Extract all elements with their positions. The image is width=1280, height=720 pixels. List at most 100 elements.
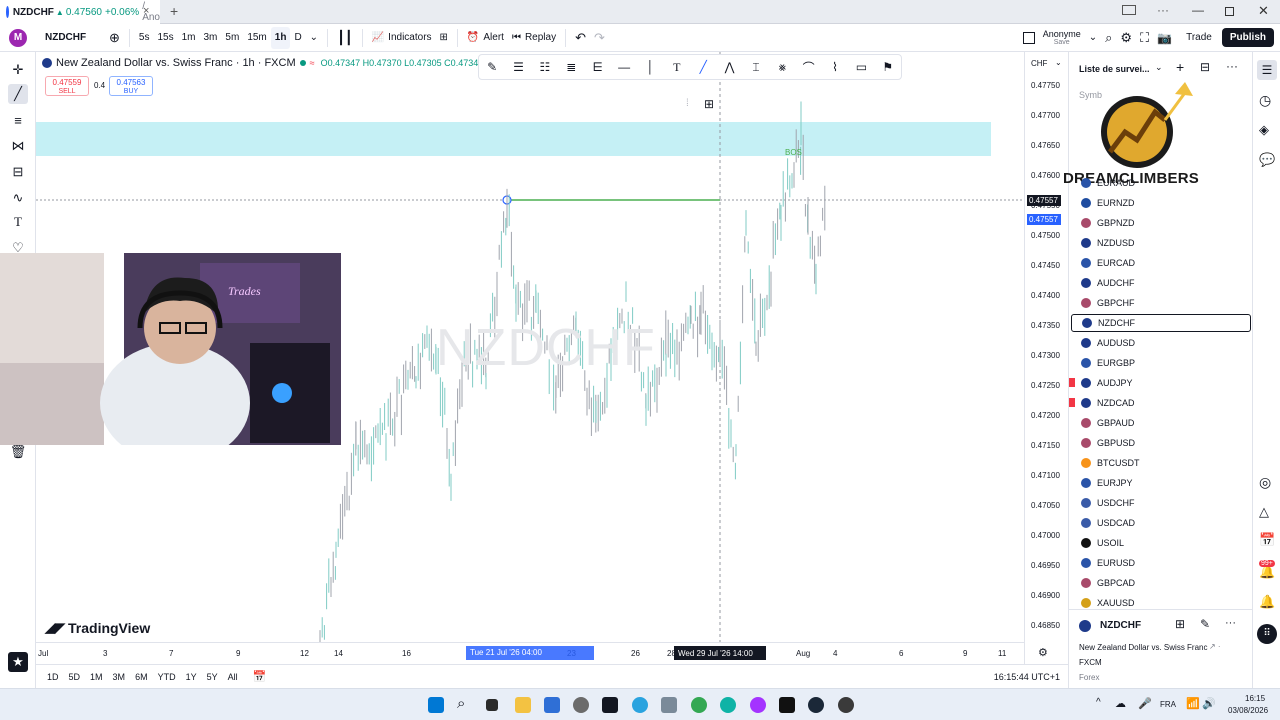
watchlist-row-gbpcad[interactable]: GBPCAD bbox=[1071, 574, 1251, 592]
vertical-line-icon[interactable]: │ bbox=[640, 60, 660, 74]
brush-icon[interactable]: ∿ bbox=[8, 188, 28, 208]
fib-icon[interactable]: ≡ bbox=[8, 110, 28, 130]
range-YTD[interactable]: YTD bbox=[158, 672, 176, 682]
watchlist-layout-icon[interactable]: ⊟ bbox=[1200, 60, 1210, 74]
watchlist-row-eurjpy[interactable]: EURJPY bbox=[1071, 474, 1251, 492]
trash-icon[interactable]: 🗑 bbox=[8, 442, 28, 462]
supply-zone-rect[interactable] bbox=[36, 122, 991, 156]
text-icon[interactable]: T bbox=[8, 212, 28, 232]
zigzag-icon[interactable]: ⋀ bbox=[720, 60, 740, 74]
new-tab-icon[interactable]: + bbox=[170, 3, 178, 19]
volume-icon[interactable]: 🔊 bbox=[1202, 697, 1216, 710]
watchlist-row-usoil[interactable]: USOIL bbox=[1071, 534, 1251, 552]
bell-icon[interactable]: 🔔 bbox=[1259, 594, 1275, 610]
window-menu-icon[interactable] bbox=[1122, 5, 1136, 15]
watchlist-row-gbpchf[interactable]: GBPCHF bbox=[1071, 294, 1251, 312]
time-settings-icon[interactable]: ⚙ bbox=[1038, 646, 1048, 659]
browser-tab[interactable]: NZDCHF ▲ 0.47560 +0.06% / Ano bbox=[0, 0, 160, 24]
publish-button[interactable]: Publish bbox=[1221, 28, 1274, 47]
pitchfork-icon[interactable]: ≣ bbox=[561, 60, 581, 74]
detail-symbol[interactable]: NZDCHF bbox=[1100, 620, 1141, 631]
more-icon[interactable]: ··· bbox=[1157, 3, 1169, 17]
detail-more-icon[interactable]: ··· bbox=[1225, 617, 1236, 629]
timeframe-15m[interactable]: 15m bbox=[243, 27, 270, 49]
watchlist-more-icon[interactable]: ··· bbox=[1226, 59, 1238, 73]
replay-button[interactable]: ⏮ Replay bbox=[508, 27, 560, 49]
trend-line-tool-icon[interactable]: ╱ bbox=[693, 60, 713, 74]
watchlist-row-usdchf[interactable]: USDCHF bbox=[1071, 494, 1251, 512]
watchlist-row-gbpnzd[interactable]: GBPNZD bbox=[1071, 214, 1251, 232]
timeframe-1m[interactable]: 1m bbox=[178, 27, 200, 49]
range-1M[interactable]: 1M bbox=[90, 672, 103, 682]
parallel-channel-icon[interactable]: ☷ bbox=[535, 60, 555, 74]
external-link-icon[interactable]: ↗ · bbox=[1209, 642, 1221, 651]
layout-checkbox-icon[interactable] bbox=[1019, 27, 1039, 49]
recording-app-icon[interactable] bbox=[838, 697, 854, 713]
messenger-icon[interactable] bbox=[750, 697, 766, 713]
flag-icon[interactable]: ⚑ bbox=[878, 60, 898, 74]
alerts-clock-icon[interactable]: ◷ bbox=[1259, 92, 1271, 109]
user-avatar[interactable]: M bbox=[9, 28, 27, 47]
timeframe-3m[interactable]: 3m bbox=[200, 27, 222, 49]
watchlist-row-nzdcad[interactable]: NZDCAD bbox=[1069, 394, 1251, 412]
calendar-icon[interactable]: 📅 bbox=[1259, 532, 1275, 548]
watchlist-row-nzdchf[interactable]: NZDCHF bbox=[1071, 314, 1251, 332]
price-axis[interactable]: CHF ⌄ 0.47750 0.47700 0.47650 0.47600 0.4755… bbox=[1024, 52, 1068, 664]
watchlist-row-eurusd[interactable]: EURUSD bbox=[1071, 554, 1251, 572]
fullscreen-icon[interactable]: ⛶ bbox=[1136, 27, 1153, 49]
curve-icon[interactable]: ⌒ bbox=[799, 59, 819, 76]
add-symbol-icon[interactable]: + bbox=[1176, 59, 1184, 75]
edge-icon[interactable] bbox=[720, 697, 736, 713]
cross-lines-icon[interactable]: ⨳ bbox=[772, 60, 792, 75]
capcut-icon[interactable] bbox=[779, 697, 795, 713]
mic-icon[interactable]: 🎤 bbox=[1138, 697, 1152, 710]
chevron-down-icon[interactable]: ⌄ bbox=[1085, 27, 1101, 49]
steam-icon[interactable] bbox=[808, 697, 824, 713]
settings-app-icon[interactable] bbox=[573, 697, 589, 713]
trend-line-icon[interactable]: ╱ bbox=[8, 84, 28, 104]
taskbar-time[interactable]: 16:15 bbox=[1245, 694, 1265, 703]
object-tree-icon[interactable]: ⊞ bbox=[704, 97, 714, 111]
price-range-icon[interactable]: ⌶ bbox=[746, 60, 766, 75]
settings-icon[interactable]: ⚙ bbox=[1116, 27, 1136, 49]
brush-tool-icon[interactable]: ⌇ bbox=[825, 60, 845, 74]
detail-edit-icon[interactable]: ✎ bbox=[1200, 617, 1210, 631]
time-axis[interactable]: Jul379121416232628Aug46911 Tue 21 Jul '2… bbox=[36, 642, 1048, 664]
chevron-down-icon[interactable]: ⌄ bbox=[1155, 62, 1163, 73]
range-1D[interactable]: 1D bbox=[47, 672, 59, 682]
clock-readout[interactable]: 16:15:44 UTC+1 bbox=[994, 672, 1060, 682]
chrome-icon[interactable] bbox=[691, 697, 707, 713]
layouts-icon[interactable]: ⊞ bbox=[436, 27, 452, 49]
task-view-icon[interactable] bbox=[486, 699, 498, 711]
watchlist-row-eurnzd[interactable]: EURNZD bbox=[1071, 194, 1251, 212]
trade-button[interactable]: Trade bbox=[1182, 27, 1216, 49]
detail-grid-icon[interactable]: ⊞ bbox=[1175, 617, 1185, 631]
legend-title[interactable]: New Zealand Dollar vs. Swiss Franc · 1h … bbox=[56, 57, 296, 69]
watchlist-row-usdcad[interactable]: USDCAD bbox=[1071, 514, 1251, 532]
watchlist-row-audusd[interactable]: AUDUSD bbox=[1071, 334, 1251, 352]
onedrive-icon[interactable]: ☁ bbox=[1115, 697, 1126, 710]
window-app-icon[interactable] bbox=[661, 697, 677, 713]
photos-icon[interactable] bbox=[544, 697, 560, 713]
watchlist-row-gbpaud[interactable]: GBPAUD bbox=[1071, 414, 1251, 432]
range-5Y[interactable]: 5Y bbox=[207, 672, 218, 682]
pencil-icon[interactable]: ✎ bbox=[482, 60, 502, 74]
fib-fan-icon[interactable]: ⋿ bbox=[588, 60, 608, 74]
drag-handle-icon[interactable]: ⁞ bbox=[686, 98, 689, 109]
target-icon[interactable]: ◎ bbox=[1259, 474, 1271, 491]
search-icon[interactable]: ⌕ bbox=[1101, 27, 1116, 49]
watchlist-row-audchf[interactable]: AUDCHF bbox=[1071, 274, 1251, 292]
close-window-icon[interactable]: ✕ bbox=[1258, 3, 1269, 19]
wifi-icon[interactable]: 📶 bbox=[1186, 697, 1200, 710]
watchlist-row-eurcad[interactable]: EURCAD bbox=[1071, 254, 1251, 272]
windows-start-icon[interactable] bbox=[428, 697, 444, 713]
range-5D[interactable]: 5D bbox=[69, 672, 81, 682]
telegram-icon[interactable] bbox=[632, 697, 648, 713]
chat-icon[interactable]: 💬 bbox=[1259, 152, 1275, 168]
undo-icon[interactable]: ↶ bbox=[571, 27, 590, 49]
timeframe-5s[interactable]: 5s bbox=[135, 27, 154, 49]
tab-close-icon[interactable]: × bbox=[143, 5, 149, 17]
timeframe-5m[interactable]: 5m bbox=[221, 27, 243, 49]
search-icon[interactable]: ⌕ bbox=[457, 695, 465, 712]
language-indicator[interactable]: FRA bbox=[1160, 700, 1176, 709]
